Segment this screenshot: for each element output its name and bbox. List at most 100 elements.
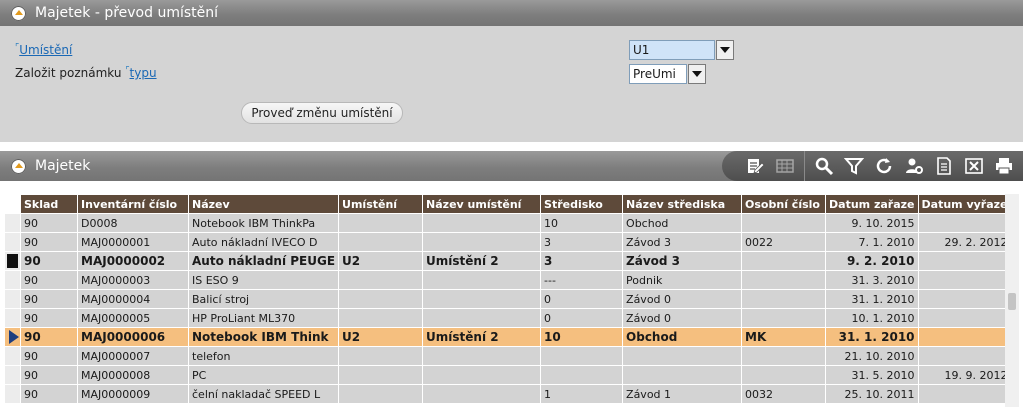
table-row[interactable]: 90 MAJ0000003 IS ESO 9 --- Podnik 31. 3. 2010 — [4, 270, 1012, 290]
row-selector[interactable] — [4, 308, 21, 328]
cell-nazev-umisteni — [422, 365, 542, 385]
cell-osobni-cislo: 0032 — [741, 384, 827, 404]
cell-inventarni-cislo: MAJ0000007 — [77, 346, 189, 366]
grid-spacer — [0, 181, 1023, 194]
cell-inventarni-cislo: MAJ0000005 — [77, 308, 189, 328]
table-row[interactable]: 90 MAJ0000007 telefon 21. 10. 2010 — [4, 346, 1012, 366]
row-selector[interactable] — [4, 232, 21, 252]
cell-datum-vyrazeni — [917, 327, 1012, 347]
row-selector[interactable] — [4, 270, 21, 290]
cell-inventarni-cislo: MAJ0000004 — [77, 289, 189, 309]
table-row[interactable]: 90 MAJ0000009 čelní nakladač SPEED L 1 Závod… — [4, 384, 1012, 404]
column-header-nazev-umisteni[interactable]: Název umístění — [422, 194, 542, 214]
excel-icon[interactable] — [959, 151, 989, 181]
column-header-datum-vyrazeni[interactable]: Datum vyřaze — [917, 194, 1012, 214]
column-header-nazev-strediska[interactable]: Název střediska — [622, 194, 743, 214]
majetek-grid: Sklad Inventární číslo Název Umístění Název … — [0, 194, 1023, 407]
current-row-arrow-icon — [9, 330, 19, 344]
scrollbar-thumb[interactable] — [1008, 293, 1016, 310]
row-selector[interactable] — [4, 365, 21, 385]
cell-osobni-cislo — [741, 270, 827, 290]
chevron-down-icon[interactable] — [688, 64, 706, 84]
table-row[interactable]: 90 MAJ0000008 PC 31. 5. 2010 19. 9. 2012 — [4, 365, 1012, 385]
filter-icon[interactable] — [839, 151, 869, 181]
cell-datum-vyrazeni — [917, 384, 1012, 404]
cell-sklad: 90 — [20, 232, 78, 252]
transfer-form: ⌜Umístění Založit poznámku ⌜typu U1 PreU… — [0, 26, 1023, 142]
cell-osobni-cislo — [741, 308, 827, 328]
cell-datum-vyrazeni — [917, 289, 1012, 309]
cell-nazev: IS ESO 9 — [187, 270, 340, 290]
search-icon[interactable] — [809, 151, 839, 181]
panel-separator — [0, 142, 1023, 151]
table-row[interactable]: 90 MAJ0000004 Balicí stroj 0 Závod 0 31. 1. 2… — [4, 289, 1012, 309]
cell-stredisko: 1 — [540, 384, 624, 404]
cell-nazev-strediska: Závod 3 — [622, 232, 743, 252]
table-icon[interactable] — [770, 151, 800, 181]
note-type-select-value[interactable]: PreUmi — [629, 64, 687, 84]
cell-osobni-cislo — [741, 213, 827, 233]
cell-osobni-cislo — [741, 251, 827, 271]
row-selector[interactable] — [4, 251, 21, 271]
note-type-link[interactable]: typu — [130, 66, 157, 80]
cell-nazev-umisteni — [422, 346, 542, 366]
chevron-down-icon[interactable] — [716, 40, 734, 60]
column-header-nazev[interactable]: Název — [187, 194, 340, 214]
edit-icon[interactable] — [740, 151, 770, 181]
cell-nazev-umisteni — [422, 384, 542, 404]
row-selector-header — [4, 194, 21, 214]
cell-nazev: čelní nakladač SPEED L — [187, 384, 340, 404]
cell-nazev: Balicí stroj — [187, 289, 340, 309]
table-row[interactable]: 90 MAJ0000006 Notebook IBM Think U2 Umístění… — [4, 327, 1012, 347]
collapse-icon[interactable] — [11, 158, 26, 174]
vertical-scrollbar[interactable] — [1005, 194, 1019, 407]
panel-title: Majetek - převod umístění — [35, 5, 219, 21]
row-selector[interactable] — [4, 384, 21, 404]
cell-datum-vyrazeni — [917, 213, 1012, 233]
row-selector[interactable] — [4, 327, 21, 347]
table-row[interactable]: 90 MAJ0000002 Auto nákladní PEUGE U2 Umístěn… — [4, 251, 1012, 271]
column-header-osobni-cislo[interactable]: Osobní číslo — [741, 194, 827, 214]
table-row[interactable]: 90 D0008 Notebook IBM ThinkPa 10 Obchod 9. 10… — [4, 213, 1012, 233]
row-selector[interactable] — [4, 213, 21, 233]
table-row[interactable]: 90 MAJ0000005 HP ProLiant ML370 0 Závod 0 10.… — [4, 308, 1012, 328]
cell-nazev-umisteni — [422, 213, 542, 233]
umisteni-link[interactable]: Umístění — [19, 43, 72, 57]
cell-sklad: 90 — [20, 308, 78, 328]
column-header-umisteni[interactable]: Umístění — [338, 194, 424, 214]
umisteni-select[interactable]: U1 — [629, 40, 734, 60]
cell-nazev-strediska: Závod 1 — [622, 384, 743, 404]
refresh-icon[interactable] — [869, 151, 899, 181]
umisteni-select-value[interactable]: U1 — [629, 40, 715, 60]
cell-inventarni-cislo: MAJ0000003 — [77, 270, 189, 290]
column-header-stredisko[interactable]: Středisko — [540, 194, 624, 214]
settings-user-icon[interactable] — [899, 151, 929, 181]
column-header-inventarni-cislo[interactable]: Inventární číslo — [77, 194, 189, 214]
collapse-icon[interactable] — [11, 5, 26, 21]
note-type-select[interactable]: PreUmi — [629, 64, 706, 84]
row-selector[interactable] — [4, 289, 21, 309]
cell-umisteni — [338, 308, 424, 328]
column-header-datum-zarazeni[interactable]: Datum zařaze — [825, 194, 919, 214]
row-marked-icon — [7, 254, 18, 268]
cell-datum-vyrazeni — [917, 308, 1012, 328]
cell-stredisko: 3 — [540, 232, 624, 252]
cell-stredisko: --- — [540, 270, 624, 290]
cell-umisteni: U2 — [338, 251, 424, 271]
cell-datum-zarazeni: 9. 2. 2010 — [825, 251, 919, 271]
apply-transfer-button[interactable]: Proveď změnu umístění — [241, 102, 403, 124]
cell-sklad: 90 — [20, 365, 78, 385]
column-header-sklad[interactable]: Sklad — [20, 194, 78, 214]
cell-osobni-cislo — [741, 289, 827, 309]
row-selector[interactable] — [4, 346, 21, 366]
print-icon[interactable] — [989, 151, 1019, 181]
cell-sklad: 90 — [20, 289, 78, 309]
table-row[interactable]: 90 MAJ0000001 Auto nákladní IVECO D 3 Závod … — [4, 232, 1012, 252]
cell-inventarni-cislo: MAJ0000009 — [77, 384, 189, 404]
cell-osobni-cislo — [741, 346, 827, 366]
cell-stredisko: 0 — [540, 289, 624, 309]
document-icon[interactable] — [929, 151, 959, 181]
cell-nazev-umisteni — [422, 308, 542, 328]
cell-datum-vyrazeni: 19. 9. 2012 — [917, 365, 1012, 385]
cell-umisteni — [338, 289, 424, 309]
